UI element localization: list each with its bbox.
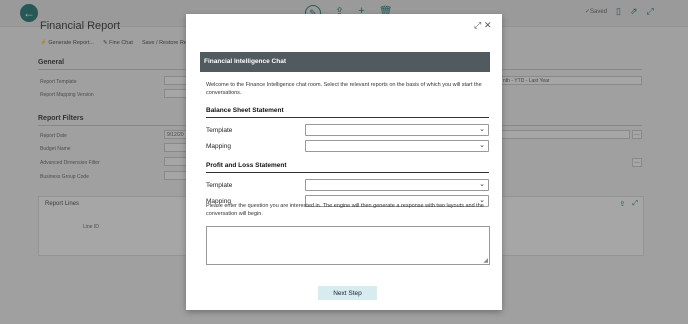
profit-loss-heading: Profit and Loss Statement [206,162,287,169]
balance-template-select[interactable]: ⌄ [305,124,489,136]
pl-template-label: Template [206,182,233,189]
divider [206,117,489,118]
balance-template-label: Template [206,127,233,134]
balance-sheet-heading: Balance Sheet Statement [206,107,284,114]
divider [206,172,489,173]
next-step-button[interactable]: Next Step [318,286,377,300]
chevron-down-icon: ⌄ [479,181,485,188]
expand-icon[interactable]: ⤢ [474,20,481,31]
resize-handle-icon[interactable]: ◢ [483,257,488,264]
pl-template-select[interactable]: ⌄ [305,179,489,191]
question-prompt: Please enter the question you are intere… [206,203,484,217]
chevron-down-icon: ⌄ [479,126,485,133]
chevron-down-icon: ⌄ [479,142,485,149]
chat-dialog: ⤢ ✕ Financial Intelligence Chat Welcome … [186,14,502,310]
balance-mapping-label: Mapping [206,143,231,150]
dialog-title: Financial Intelligence Chat [200,52,490,72]
close-icon[interactable]: ✕ [484,20,492,31]
question-input[interactable]: ◢ [206,226,490,265]
balance-mapping-select[interactable]: ⌄ [305,140,489,152]
intro-text: Welcome to the Finance Intelligence chat… [206,82,482,96]
